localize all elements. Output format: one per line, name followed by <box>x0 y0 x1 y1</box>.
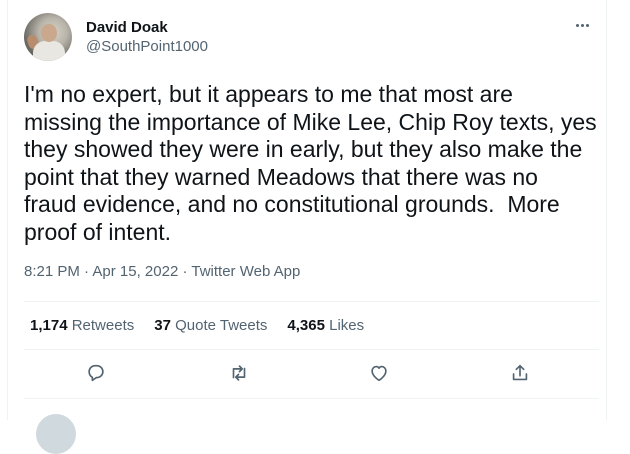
reply-button[interactable] <box>85 362 109 386</box>
tweet-actions <box>0 352 630 396</box>
author-handle[interactable]: @SouthPoint1000 <box>86 38 208 55</box>
divider <box>24 398 599 399</box>
author-avatar[interactable] <box>24 13 72 61</box>
more-horizontal-icon <box>575 23 579 27</box>
retweet-icon <box>232 365 246 381</box>
share-icon <box>512 364 528 381</box>
meta-separator: · <box>182 263 188 280</box>
quote-tweets-label: Quote Tweets <box>175 317 268 334</box>
tweet-stats: 1,174 Retweets 37 Quote Tweets 4,365 Lik… <box>30 317 384 334</box>
reply-icon <box>88 364 104 382</box>
quote-tweets-count: 37 <box>154 317 171 334</box>
likes-label: Likes <box>329 317 365 334</box>
author-display-name[interactable]: David Doak <box>86 19 168 36</box>
retweets-count: 1,174 <box>30 317 68 334</box>
avatar-head <box>41 24 57 42</box>
tweet-source[interactable]: Twitter Web App <box>191 263 300 280</box>
avatar-shirt <box>33 41 65 61</box>
meta-separator: · <box>84 263 90 280</box>
tweet-text: I'm no expert, but it appears to me that… <box>24 81 597 245</box>
share-button[interactable] <box>509 362 533 386</box>
likes-stat[interactable]: 4,365 Likes <box>287 317 364 334</box>
likes-count: 4,365 <box>287 317 325 334</box>
more-options-button[interactable] <box>568 14 596 36</box>
reply-composer-avatar[interactable] <box>36 414 76 454</box>
quote-tweets-stat[interactable]: 37 Quote Tweets <box>154 317 267 334</box>
tweet-date[interactable]: Apr 15, 2022 <box>92 263 178 280</box>
retweets-label: Retweets <box>71 317 135 334</box>
divider <box>24 301 599 302</box>
tweet-meta: 8:21 PM · Apr 15, 2022 · Twitter Web App <box>24 263 300 280</box>
retweet-button[interactable] <box>228 362 252 386</box>
retweets-stat[interactable]: 1,174 Retweets <box>30 317 134 334</box>
like-icon <box>371 365 387 382</box>
divider <box>24 349 599 350</box>
like-button[interactable] <box>368 362 392 386</box>
tweet-time[interactable]: 8:21 PM <box>24 263 80 280</box>
